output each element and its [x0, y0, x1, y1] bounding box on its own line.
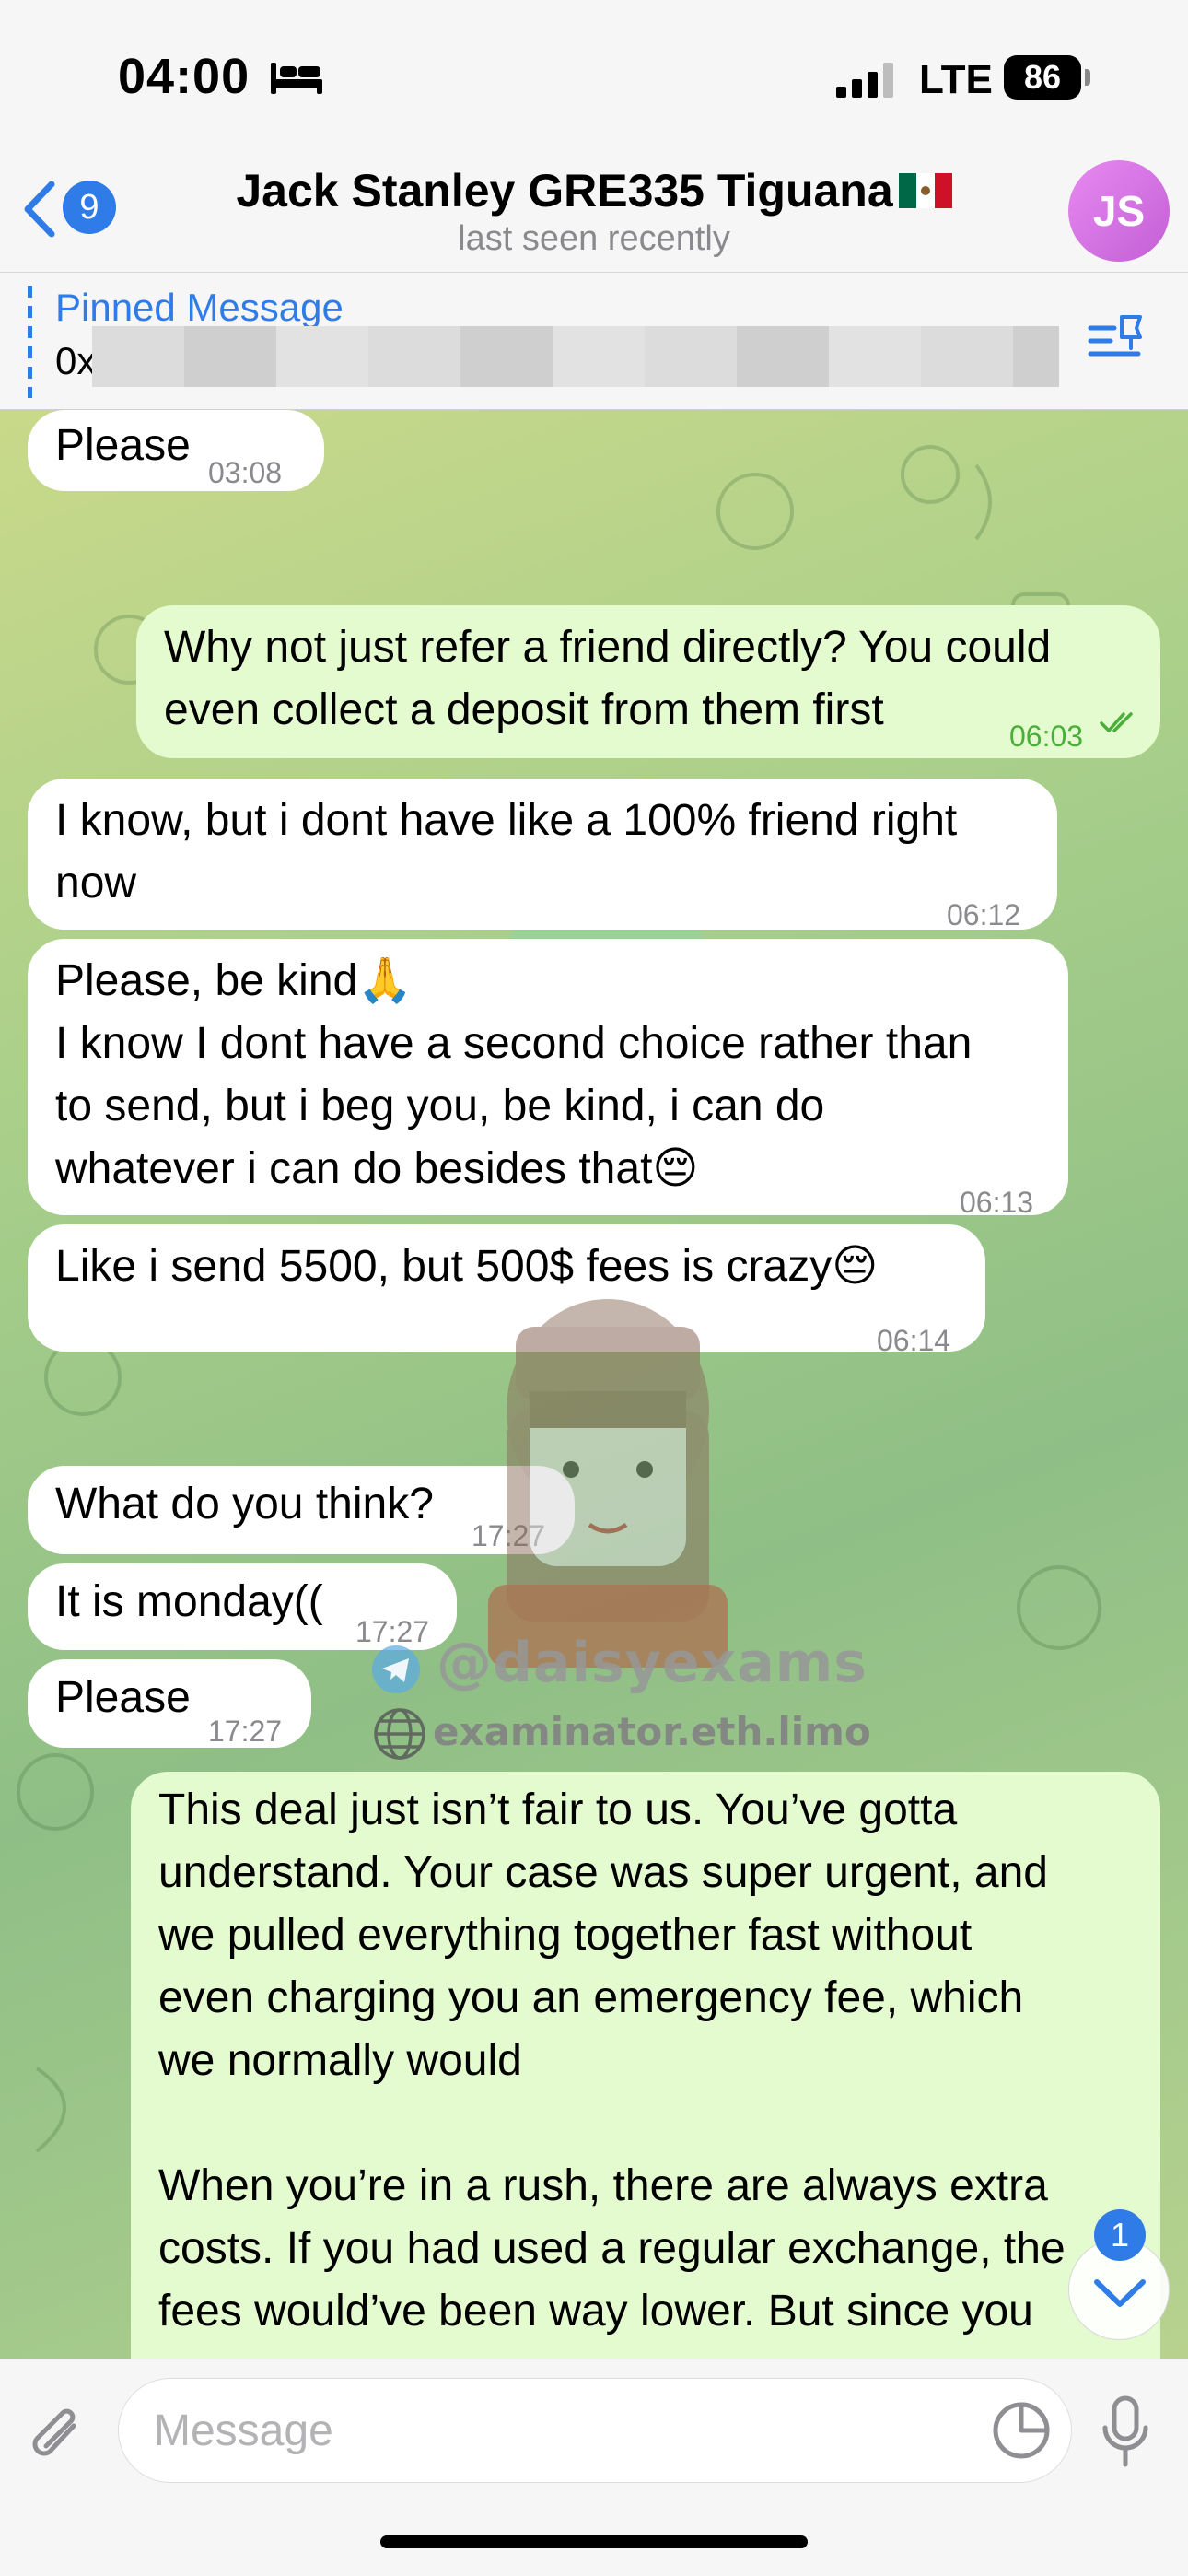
- message-text: Why not just refer a friend directly? Yo…: [164, 623, 1052, 734]
- message-text: Please: [55, 421, 191, 470]
- message-time: 06:12: [947, 898, 1021, 931]
- message-bubble[interactable]: Please 17:27: [28, 1659, 311, 1748]
- status-bar: 04:00 LTE 86: [0, 0, 1188, 157]
- message-input[interactable]: [118, 2378, 1072, 2483]
- pinned-message-bar[interactable]: Pinned Message 0x: [0, 272, 1188, 410]
- watermark-site: examinator.eth.limo: [433, 1709, 871, 1754]
- pinned-list-icon[interactable]: [1087, 313, 1146, 365]
- message-bubble[interactable]: Please 03:08: [28, 410, 324, 491]
- pinned-text: 0x: [55, 339, 97, 382]
- new-messages-badge: 1: [1094, 2209, 1146, 2261]
- home-indicator: [380, 2535, 808, 2548]
- telegram-icon: [372, 1645, 420, 1693]
- signal-icon: [836, 63, 893, 98]
- message-bubble[interactable]: I know, but i dont have like a 100% frie…: [28, 779, 1057, 931]
- network-type: LTE: [919, 57, 993, 102]
- message-time: 06:13: [960, 1186, 1034, 1219]
- globe-icon: [374, 1708, 425, 1760]
- chat-header: 9 Jack Stanley GRE335 Tiguana last seen …: [0, 157, 1188, 272]
- pinned-redacted-content: [92, 326, 1059, 387]
- sticker-icon[interactable]: [991, 2400, 1052, 2461]
- battery-icon: 86: [1004, 55, 1090, 100]
- message-text: It is monday((: [55, 1577, 323, 1626]
- battery-level: 86: [1023, 58, 1062, 96]
- avatar[interactable]: JS: [1068, 160, 1170, 262]
- message-text: This deal just isn’t fair to us. You’ve …: [158, 1786, 1066, 2336]
- watermark-handle: @daisyexams: [437, 1631, 868, 1695]
- pinned-label: Pinned Message: [55, 286, 344, 329]
- message-text: Please: [55, 1673, 191, 1722]
- last-seen-status: last seen recently: [458, 219, 730, 258]
- pinned-indicator: [28, 286, 32, 398]
- message-bubble[interactable]: Why not just refer a friend directly? Yo…: [136, 605, 1160, 758]
- message-text: Please, be kind🙏 I know I dont have a se…: [55, 956, 973, 1193]
- microphone-icon[interactable]: [1098, 2395, 1153, 2470]
- bed-icon: [271, 63, 322, 94]
- read-checkmarks-icon: [1100, 712, 1133, 732]
- message-text: I know, but i dont have like a 100% frie…: [55, 796, 958, 907]
- clock: 04:00: [118, 49, 250, 104]
- chat-title-text: Jack Stanley GRE335 Tiguana: [236, 165, 893, 217]
- message-time: 06:14: [877, 1324, 951, 1357]
- message-time: 17:27: [208, 1715, 283, 1748]
- message-time: 03:08: [208, 456, 283, 489]
- message-time: 06:03: [1009, 720, 1084, 753]
- chat-title[interactable]: Jack Stanley GRE335 Tiguana: [0, 164, 1188, 217]
- paperclip-icon[interactable]: [26, 2398, 90, 2472]
- mexico-flag-icon: [898, 166, 952, 208]
- message-bubble[interactable]: This deal just isn’t fair to us. You’ve …: [131, 1772, 1160, 2359]
- message-bubble[interactable]: Please, be kind🙏 I know I dont have a se…: [28, 939, 1068, 1219]
